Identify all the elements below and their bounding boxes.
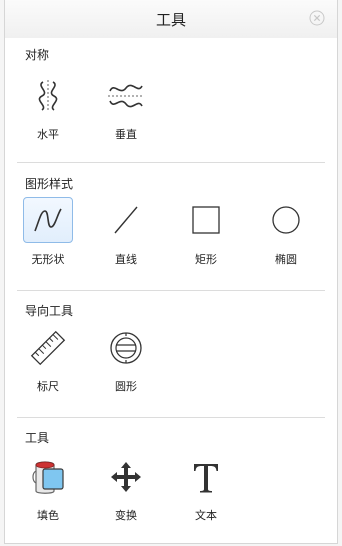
- tool-label: 填色: [37, 509, 59, 522]
- tool-label: 矩形: [195, 253, 217, 266]
- section-title: 图形样式: [25, 177, 74, 191]
- tool-label: 标尺: [37, 380, 59, 393]
- tool-label: 变换: [115, 509, 137, 522]
- tool-text[interactable]: 文本: [171, 457, 241, 523]
- ruler-icon: [25, 328, 71, 368]
- tool-horizontal-symmetry[interactable]: 水平: [13, 76, 83, 142]
- tool-label: 无形状: [31, 253, 65, 266]
- horizontal-symmetry-icon: [25, 76, 71, 116]
- vertical-symmetry-icon: [103, 76, 149, 116]
- tool-circle-guide[interactable]: 圆形: [91, 328, 161, 394]
- divider: [17, 162, 325, 163]
- panel-title: 工具: [155, 11, 186, 29]
- rectangle-icon: [183, 200, 229, 240]
- divider: [17, 417, 325, 418]
- tool-freeform[interactable]: 无形状: [13, 197, 83, 267]
- text-icon: [183, 457, 229, 497]
- tool-rectangle[interactable]: 矩形: [171, 200, 241, 267]
- line-icon: [103, 200, 149, 240]
- tool-line[interactable]: 直线: [91, 200, 161, 267]
- tool-vertical-symmetry[interactable]: 垂直: [91, 76, 161, 142]
- tool-label: 直线: [115, 253, 137, 266]
- tool-transform[interactable]: 变换: [91, 457, 161, 523]
- tool-label: 椭圆: [275, 253, 297, 266]
- close-icon[interactable]: [309, 10, 325, 26]
- divider: [17, 290, 325, 291]
- tool-ruler[interactable]: 标尺: [13, 328, 83, 394]
- tools-panel: 工具 对称 水平 垂直 图形样式 无形状 直线 矩形 椭圆 导向工具 标尺 圆形…: [4, 0, 338, 544]
- tool-ellipse[interactable]: 椭圆: [251, 200, 321, 267]
- section-title: 对称: [25, 48, 50, 62]
- tool-label: 垂直: [115, 128, 137, 141]
- move-arrows-icon: [103, 457, 149, 497]
- panel-header: 工具: [5, 0, 337, 38]
- section-title: 工具: [25, 431, 50, 445]
- tool-label: 文本: [195, 509, 217, 522]
- tool-label: 圆形: [115, 380, 137, 393]
- tool-fill[interactable]: 填色: [13, 457, 83, 523]
- fill-bucket-icon: [25, 457, 71, 497]
- circle-guide-icon: [103, 328, 149, 368]
- ellipse-icon: [263, 200, 309, 240]
- freeform-curve-icon: [23, 197, 73, 243]
- tool-label: 水平: [37, 128, 59, 141]
- section-title: 导向工具: [25, 304, 74, 318]
